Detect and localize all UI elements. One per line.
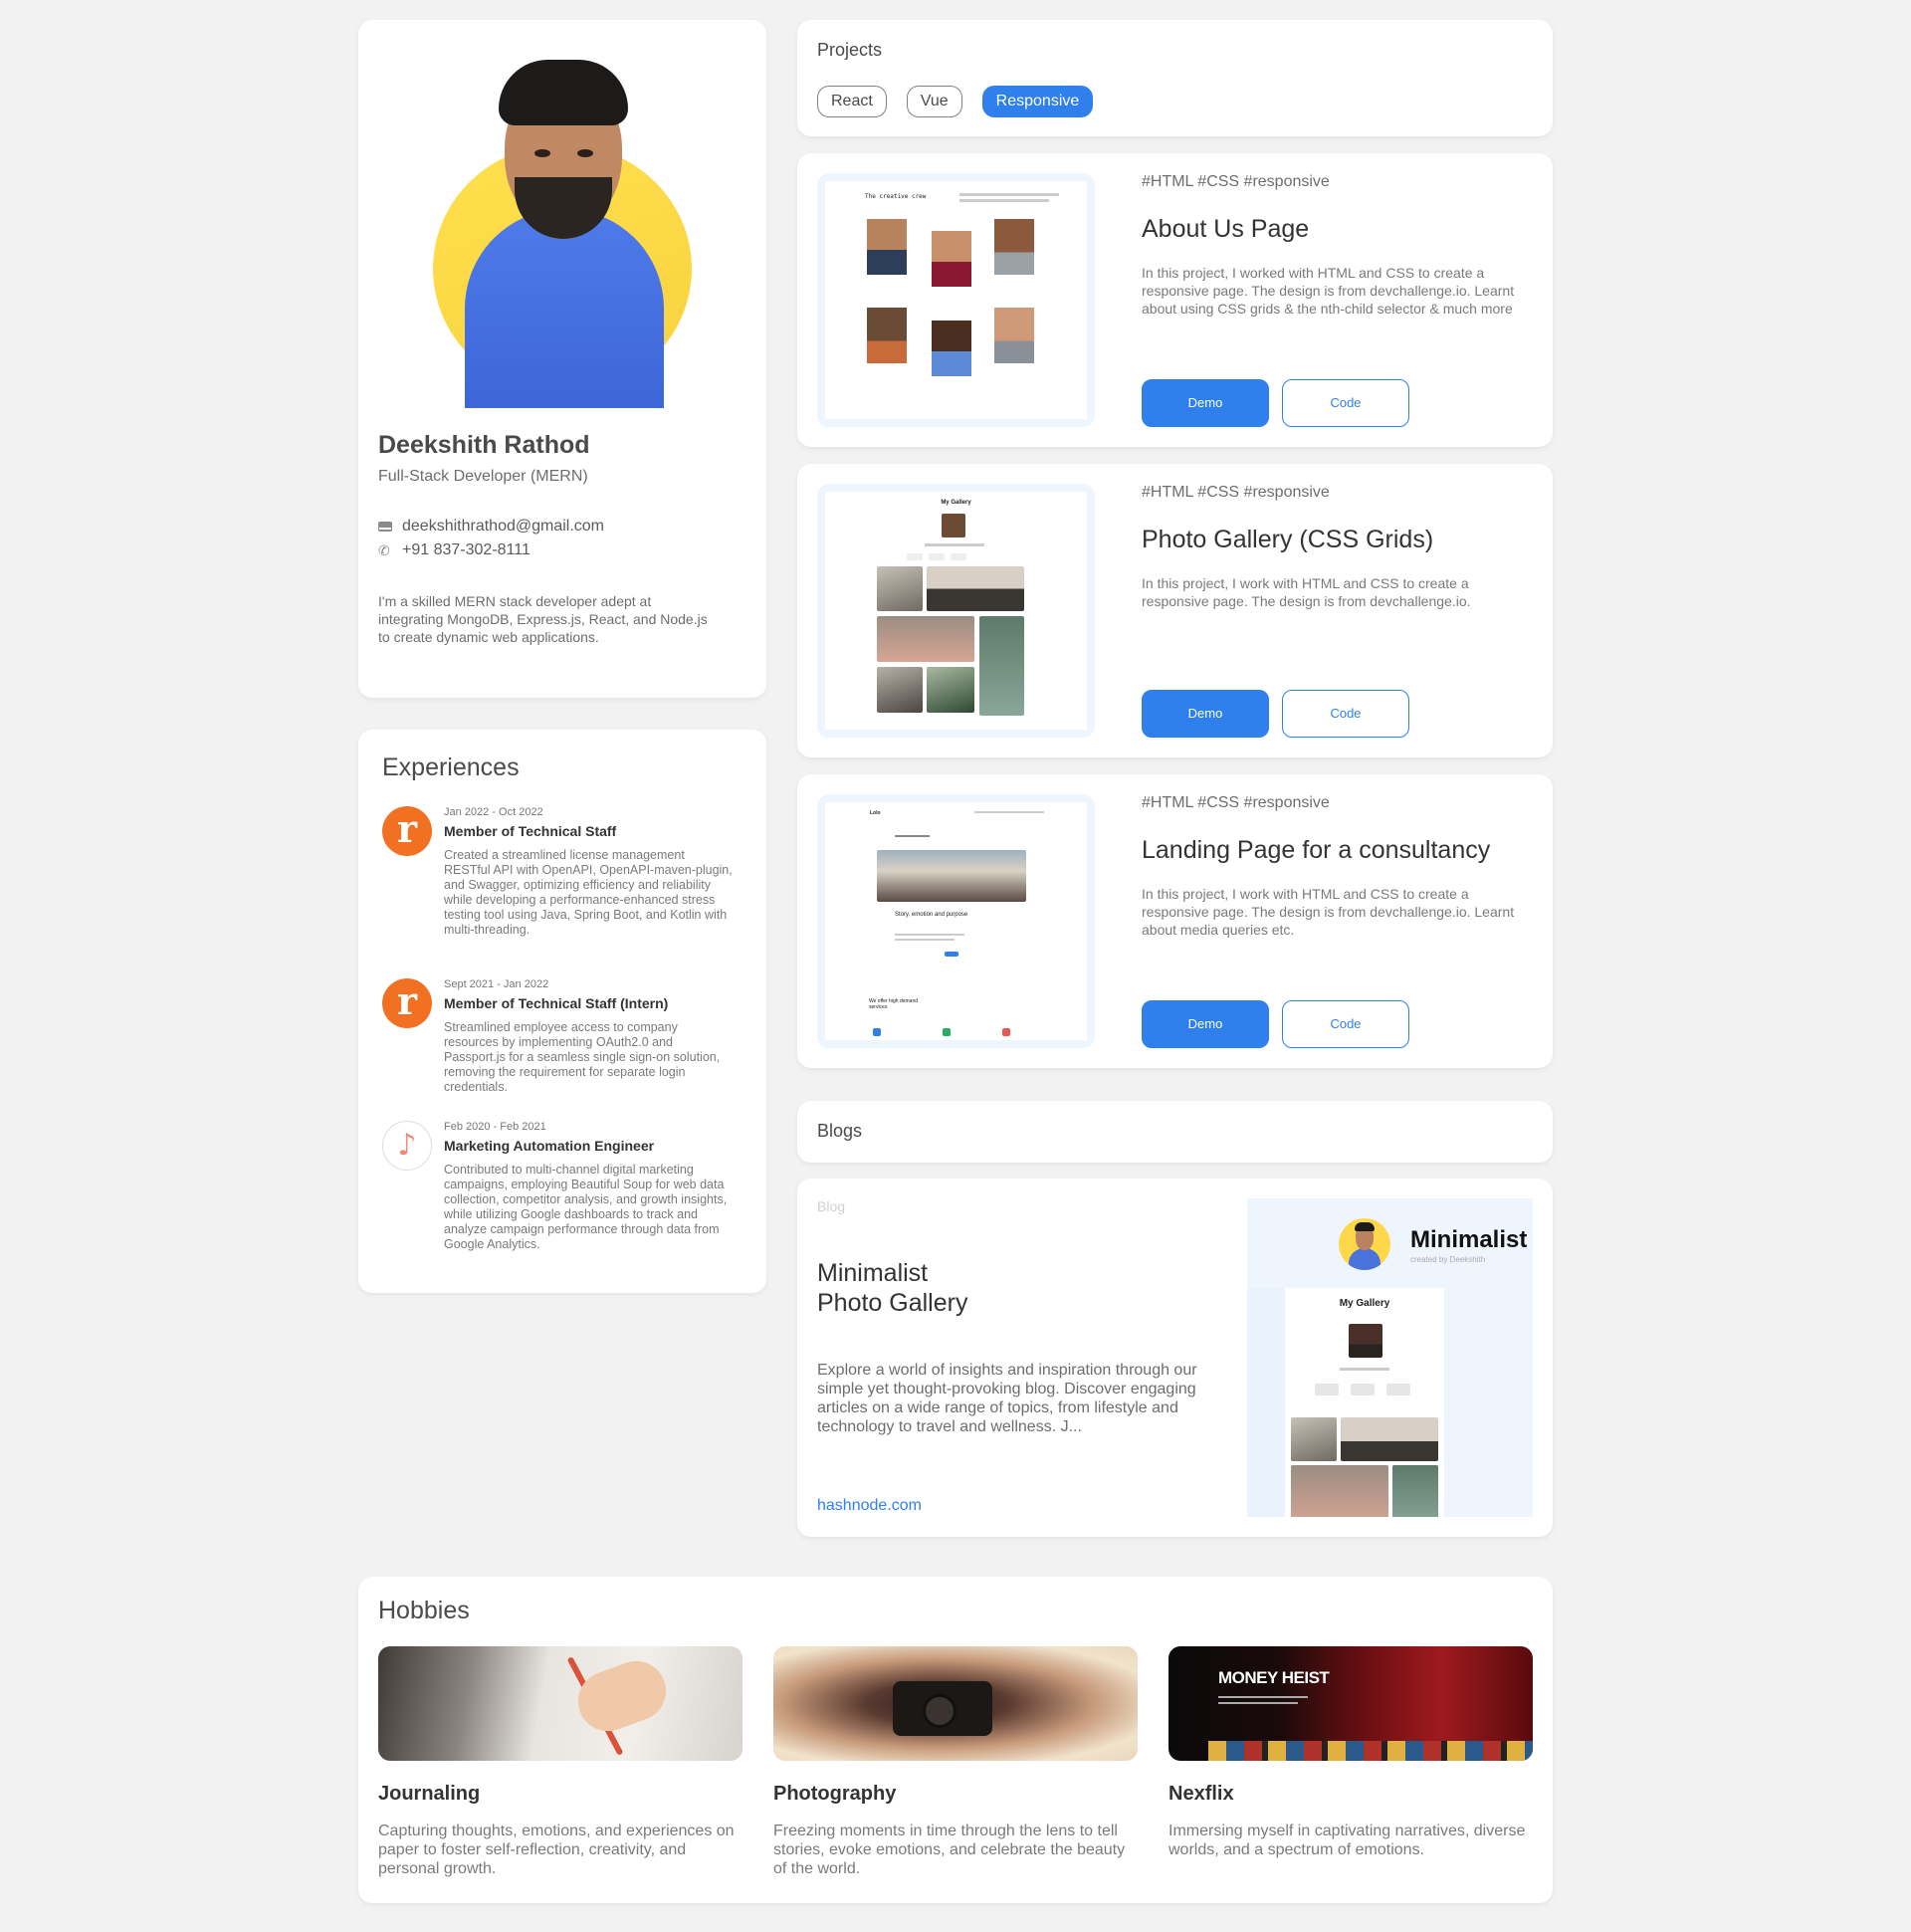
demo-button[interactable]: Demo <box>1142 379 1269 427</box>
project-thumbnail[interactable]: The creative crew <box>817 173 1095 427</box>
blog-avatar <box>1339 1218 1390 1270</box>
project-tags: #HTML #CSS #responsive <box>1142 794 1330 811</box>
blogs-title: Blogs <box>817 1121 863 1141</box>
code-button[interactable]: Code <box>1282 1000 1409 1048</box>
experience-item: r Sept 2021 - Jan 2022 Member of Technic… <box>382 978 746 1098</box>
blog-card[interactable]: Blog Minimalist Photo Gallery Explore a … <box>797 1179 1553 1537</box>
experience-role: Member of Technical Staff <box>444 823 617 839</box>
hobby-item: MONEY HEIST Nexflix Immersing myself in … <box>1168 1646 1533 1859</box>
hobby-desc: Capturing thoughts, emotions, and experi… <box>378 1823 735 1877</box>
company-logo-icon: ♪ <box>382 1121 432 1171</box>
project-title: Landing Page for a consultancy <box>1142 836 1491 864</box>
experience-desc: Contributed to multi-channel digital mar… <box>444 1163 728 1251</box>
project-thumbnail[interactable]: Lolo Story, emotion and purpose We offer… <box>817 794 1095 1048</box>
profile-name: Deekshith Rathod <box>378 431 590 459</box>
experience-role: Marketing Automation Engineer <box>444 1138 655 1154</box>
project-desc: In this project, I work with HTML and CS… <box>1142 575 1471 609</box>
experience-desc: Created a streamlined license management… <box>444 848 733 937</box>
thumb-logo: Lolo <box>870 810 881 816</box>
phone-icon: ✆ <box>378 542 390 558</box>
hobby-netflix-image: MONEY HEIST <box>1168 1646 1533 1761</box>
filter-vue[interactable]: Vue <box>906 86 962 117</box>
profile-bio: I'm a skilled MERN stack developer adept… <box>378 593 708 645</box>
profile-role: Full-Stack Developer (MERN) <box>378 468 588 485</box>
project-card: My Gallery #HTML #CSS #responsive Photo … <box>797 464 1553 757</box>
project-desc: In this project, I worked with HTML and … <box>1142 265 1515 317</box>
project-thumbnail[interactable]: My Gallery <box>817 484 1095 738</box>
hobby-photography-image <box>773 1646 1138 1761</box>
experiences-card: Experiences r Jan 2022 - Oct 2022 Member… <box>358 730 766 1293</box>
hobby-item: Journaling Capturing thoughts, emotions,… <box>378 1646 743 1878</box>
mail-icon <box>378 522 392 532</box>
profile-phone[interactable]: ✆ +91 837-302-8111 <box>378 541 531 559</box>
project-filters: React Vue Responsive <box>817 86 1094 117</box>
blogs-header: Blogs <box>797 1101 1553 1163</box>
demo-button[interactable]: Demo <box>1142 690 1269 738</box>
experience-item: r Jan 2022 - Oct 2022 Member of Technica… <box>382 806 746 956</box>
thumb-services: We offer high demand services <box>869 998 919 1010</box>
project-card: Lolo Story, emotion and purpose We offer… <box>797 774 1553 1068</box>
project-tags: #HTML #CSS #responsive <box>1142 484 1330 501</box>
code-button[interactable]: Code <box>1282 379 1409 427</box>
blog-cover-image: Minimalist created by Deekshith My Galle… <box>1247 1198 1533 1517</box>
hobby-desc: Freezing moments in time through the len… <box>773 1823 1126 1877</box>
blog-tag: Blog <box>817 1198 846 1214</box>
experience-desc: Streamlined employee access to company r… <box>444 1020 721 1094</box>
hobby-journaling-image <box>378 1646 743 1761</box>
experience-role: Member of Technical Staff (Intern) <box>444 995 669 1011</box>
hobby-name: Nexflix <box>1168 1783 1234 1805</box>
experience-date: Sept 2021 - Jan 2022 <box>444 978 549 990</box>
profile-card: Deekshith Rathod Full-Stack Developer (M… <box>358 20 766 698</box>
projects-title: Projects <box>817 40 883 60</box>
thumb-headline: Story, emotion and purpose <box>895 912 968 918</box>
blog-desc: Explore a world of insights and inspirat… <box>817 1362 1197 1435</box>
hobby-name: Journaling <box>378 1783 481 1805</box>
filter-react[interactable]: React <box>817 86 887 117</box>
netflix-banner-title: MONEY HEIST <box>1218 1668 1330 1687</box>
project-tags: #HTML #CSS #responsive <box>1142 173 1330 190</box>
hobby-name: Photography <box>773 1783 897 1805</box>
blog-image-subtitle: created by Deekshith <box>1410 1255 1486 1264</box>
email-text: deekshithrathod@gmail.com <box>402 518 605 535</box>
code-button[interactable]: Code <box>1282 690 1409 738</box>
project-title: About Us Page <box>1142 215 1310 243</box>
project-desc: In this project, I work with HTML and CS… <box>1142 886 1515 938</box>
blog-title: Minimalist Photo Gallery <box>817 1259 968 1317</box>
experience-item: ♪ Feb 2020 - Feb 2021 Marketing Automati… <box>382 1121 746 1270</box>
phone-text: +91 837-302-8111 <box>402 541 531 558</box>
hobby-item: Photography Freezing moments in time thr… <box>773 1646 1138 1878</box>
thumb-heading: The creative crew <box>865 193 927 200</box>
filter-responsive[interactable]: Responsive <box>981 86 1094 117</box>
project-title: Photo Gallery (CSS Grids) <box>1142 526 1434 553</box>
projects-header: Projects React Vue Responsive <box>797 20 1553 136</box>
profile-email[interactable]: deekshithrathod@gmail.com <box>378 518 604 536</box>
profile-avatar <box>433 60 702 408</box>
blog-image-gallery-title: My Gallery <box>1339 1298 1390 1309</box>
company-logo-icon: r <box>382 806 432 856</box>
experience-date: Jan 2022 - Oct 2022 <box>444 806 543 818</box>
demo-button[interactable]: Demo <box>1142 1000 1269 1048</box>
company-logo-icon: r <box>382 978 432 1028</box>
hobbies-title: Hobbies <box>378 1597 470 1624</box>
blog-image-title: Minimalist <box>1410 1226 1528 1253</box>
experience-date: Feb 2020 - Feb 2021 <box>444 1121 546 1133</box>
thumb-heading: My Gallery <box>941 500 971 506</box>
hobbies-card: Hobbies Journaling Capturing thoughts, e… <box>358 1577 1553 1903</box>
hobby-desc: Immersing myself in captivating narrativ… <box>1168 1823 1526 1858</box>
experiences-title: Experiences <box>382 753 520 781</box>
project-card: The creative crew #HTML #CSS #responsive… <box>797 153 1553 447</box>
blog-image-panel: My Gallery <box>1285 1288 1444 1517</box>
blog-link[interactable]: hashnode.com <box>817 1497 922 1515</box>
